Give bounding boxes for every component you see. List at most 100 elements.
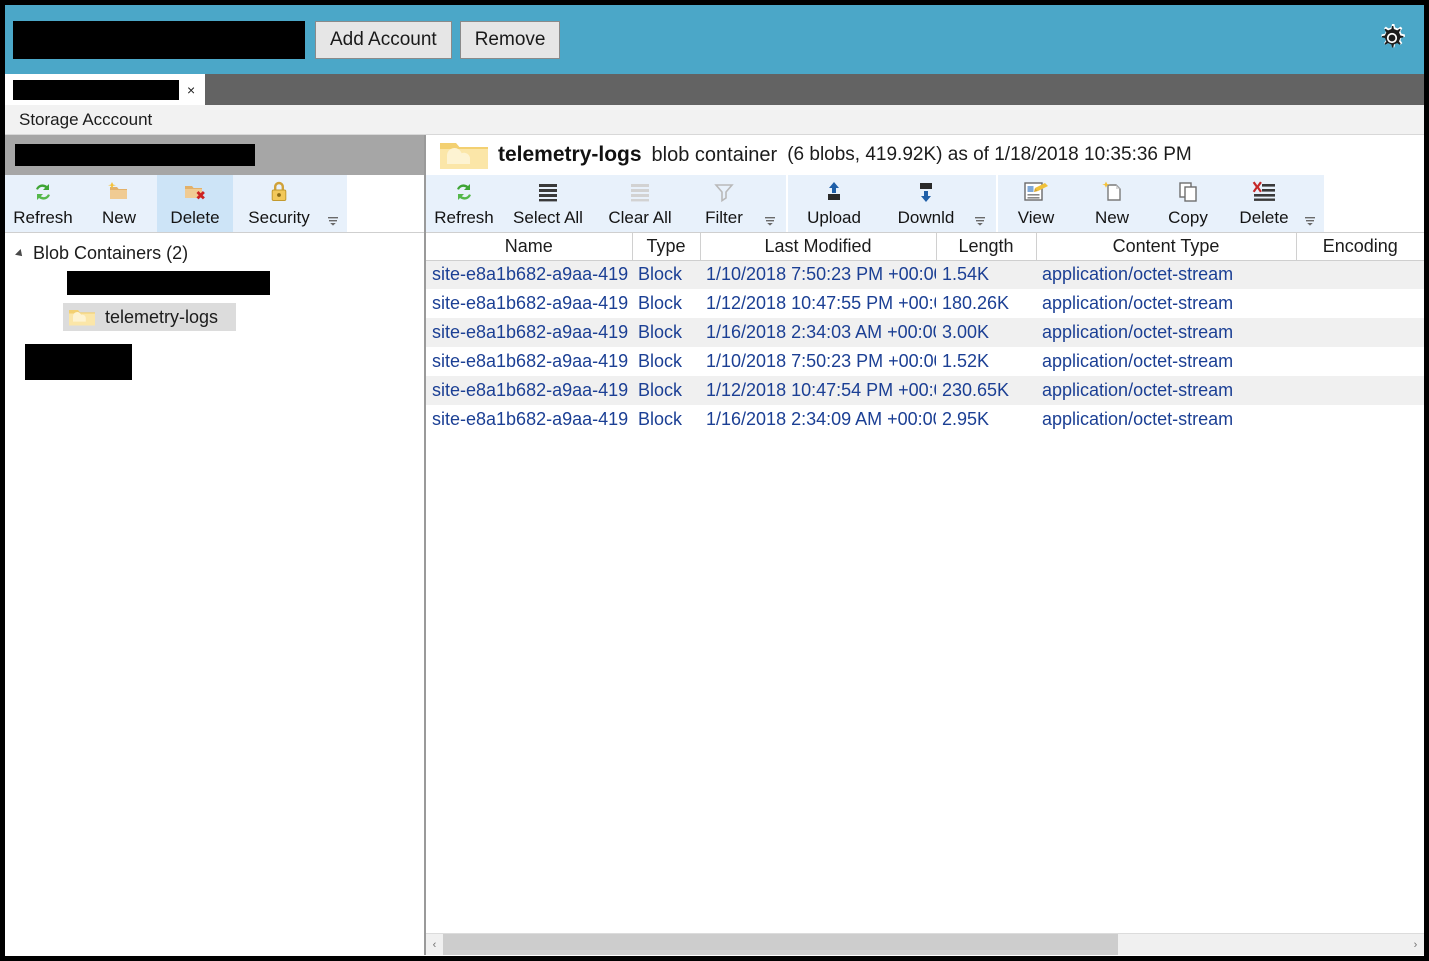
containers-refresh-button[interactable]: Refresh	[5, 175, 81, 232]
tab-item[interactable]: ×	[5, 74, 205, 105]
cell-content-type: application/octet-stream	[1036, 347, 1296, 376]
cell-length: 1.54K	[936, 260, 1036, 289]
blobs-refresh-label: Refresh	[434, 208, 494, 228]
cell-content-type: application/octet-stream	[1036, 318, 1296, 347]
cell-encoding	[1296, 289, 1424, 318]
funnel-icon	[712, 179, 736, 205]
blobs-new-button[interactable]: New	[1074, 175, 1150, 232]
blobs-upload-label: Upload	[807, 208, 861, 228]
table-row[interactable]: site-e8a1b682-a9aa-419 Block 1/10/2018 7…	[426, 260, 1424, 289]
cell-type: Block	[632, 376, 700, 405]
container-stats: (6 blobs, 419.92K) as of 1/18/2018 10:35…	[787, 144, 1192, 166]
scrollbar-track[interactable]	[443, 934, 1407, 956]
blobs-toolbar-group-selection: Refresh Select All	[426, 175, 784, 232]
view-icon	[1023, 179, 1049, 205]
cell-content-type: application/octet-stream	[1036, 260, 1296, 289]
containers-toolbar-expander[interactable]	[325, 216, 343, 232]
cell-length: 3.00K	[936, 318, 1036, 347]
clear-all-icon	[628, 179, 652, 205]
table-body: site-e8a1b682-a9aa-419 Block 1/10/2018 7…	[426, 260, 1424, 434]
close-icon[interactable]: ×	[187, 83, 195, 97]
blobs-refresh-button[interactable]: Refresh	[426, 175, 502, 232]
scroll-left-icon[interactable]: ‹	[426, 939, 443, 951]
table-row[interactable]: site-e8a1b682-a9aa-419 Block 1/12/2018 1…	[426, 289, 1424, 318]
table-row[interactable]: site-e8a1b682-a9aa-419 Block 1/10/2018 7…	[426, 347, 1424, 376]
scroll-right-icon[interactable]: ›	[1407, 939, 1424, 951]
blobs-upload-button[interactable]: Upload	[788, 175, 880, 232]
blobs-actions-group-expander[interactable]	[1302, 216, 1320, 232]
blob-list: Name Type Last Modified Length Content T…	[426, 232, 1424, 955]
blobs-new-label: New	[1095, 208, 1129, 228]
containers-delete-button[interactable]: Delete	[157, 175, 233, 232]
container-kind: blob container	[652, 144, 778, 167]
cell-last-modified: 1/12/2018 10:47:55 PM +00:0(	[700, 289, 936, 318]
column-header-content-type[interactable]: Content Type	[1036, 233, 1296, 260]
remove-account-button[interactable]: Remove	[460, 21, 561, 59]
cell-name: site-e8a1b682-a9aa-419	[426, 260, 632, 289]
blobs-selection-group-expander[interactable]	[762, 216, 780, 232]
cell-encoding	[1296, 347, 1424, 376]
refresh-icon	[31, 179, 55, 205]
containers-pane-title	[5, 135, 424, 175]
table-empty-area	[426, 434, 1424, 933]
blobs-pane: telemetry-logs blob container (6 blobs, …	[426, 135, 1424, 955]
tree-root-label: Blob Containers (2)	[33, 243, 188, 264]
scrollbar-thumb[interactable]	[443, 934, 1118, 956]
containers-security-button[interactable]: Security	[233, 175, 325, 232]
blobs-filter-button[interactable]: Filter	[686, 175, 762, 232]
tree-root-blob-containers[interactable]: Blob Containers (2)	[5, 241, 424, 266]
cell-type: Block	[632, 347, 700, 376]
gear-icon[interactable]	[1372, 18, 1412, 58]
blobs-view-button[interactable]: View	[998, 175, 1074, 232]
folder-icon	[438, 138, 488, 172]
blobs-filter-label: Filter	[705, 208, 743, 228]
tree-bottom-redacted-item[interactable]	[25, 344, 132, 380]
blobs-select-all-button[interactable]: Select All	[502, 175, 594, 232]
refresh-icon	[452, 179, 476, 205]
blobs-delete-button[interactable]: Delete	[1226, 175, 1302, 232]
tree-item-redacted-container[interactable]	[5, 266, 424, 300]
table-row[interactable]: site-e8a1b682-a9aa-419 Block 1/16/2018 2…	[426, 318, 1424, 347]
blobs-copy-button[interactable]: Copy	[1150, 175, 1226, 232]
column-header-encoding[interactable]: Encoding	[1296, 233, 1424, 260]
cell-content-type: application/octet-stream	[1036, 376, 1296, 405]
containers-new-button[interactable]: New	[81, 175, 157, 232]
delete-rows-icon	[1251, 179, 1277, 205]
blobs-download-button[interactable]: Downld	[880, 175, 972, 232]
cell-length: 180.26K	[936, 289, 1036, 318]
table-row[interactable]: site-e8a1b682-a9aa-419 Block 1/12/2018 1…	[426, 376, 1424, 405]
cell-encoding	[1296, 260, 1424, 289]
blobs-transfer-group-expander[interactable]	[972, 216, 990, 232]
container-header: telemetry-logs blob container (6 blobs, …	[426, 135, 1424, 175]
cell-encoding	[1296, 405, 1424, 434]
copy-icon	[1176, 179, 1200, 205]
column-header-length[interactable]: Length	[936, 233, 1036, 260]
horizontal-scrollbar[interactable]: ‹ ›	[426, 933, 1424, 955]
column-header-last-modified[interactable]: Last Modified	[700, 233, 936, 260]
expander-triangle-icon	[15, 249, 25, 259]
cell-last-modified: 1/16/2018 2:34:03 AM +00:00	[700, 318, 936, 347]
blobs-toolbar: Refresh Select All	[426, 175, 1424, 232]
blobs-toolbar-group-transfer: Upload Downld	[786, 175, 994, 232]
upload-icon	[822, 179, 846, 205]
account-name-field[interactable]	[13, 21, 305, 59]
main-content: Refresh New	[5, 135, 1424, 955]
cell-type: Block	[632, 405, 700, 434]
blobs-clear-all-label: Clear All	[608, 208, 671, 228]
cell-type: Block	[632, 318, 700, 347]
cell-last-modified: 1/10/2018 7:50:23 PM +00:00	[700, 260, 936, 289]
blobs-download-label: Downld	[898, 208, 955, 228]
containers-delete-label: Delete	[170, 208, 219, 228]
table-header-row: Name Type Last Modified Length Content T…	[426, 233, 1424, 260]
tree-item-telemetry-logs[interactable]: telemetry-logs	[5, 300, 424, 334]
tree-item-redacted-label	[67, 271, 270, 295]
add-account-button[interactable]: Add Account	[315, 21, 452, 59]
app-header: Add Account Remove	[5, 5, 1424, 74]
blobs-toolbar-group-actions: View New	[996, 175, 1324, 232]
column-header-type[interactable]: Type	[632, 233, 700, 260]
blobs-clear-all-button[interactable]: Clear All	[594, 175, 686, 232]
column-header-name[interactable]: Name	[426, 233, 632, 260]
table-row[interactable]: site-e8a1b682-a9aa-419 Block 1/16/2018 2…	[426, 405, 1424, 434]
containers-refresh-label: Refresh	[13, 208, 73, 228]
blobs-delete-label: Delete	[1239, 208, 1288, 228]
